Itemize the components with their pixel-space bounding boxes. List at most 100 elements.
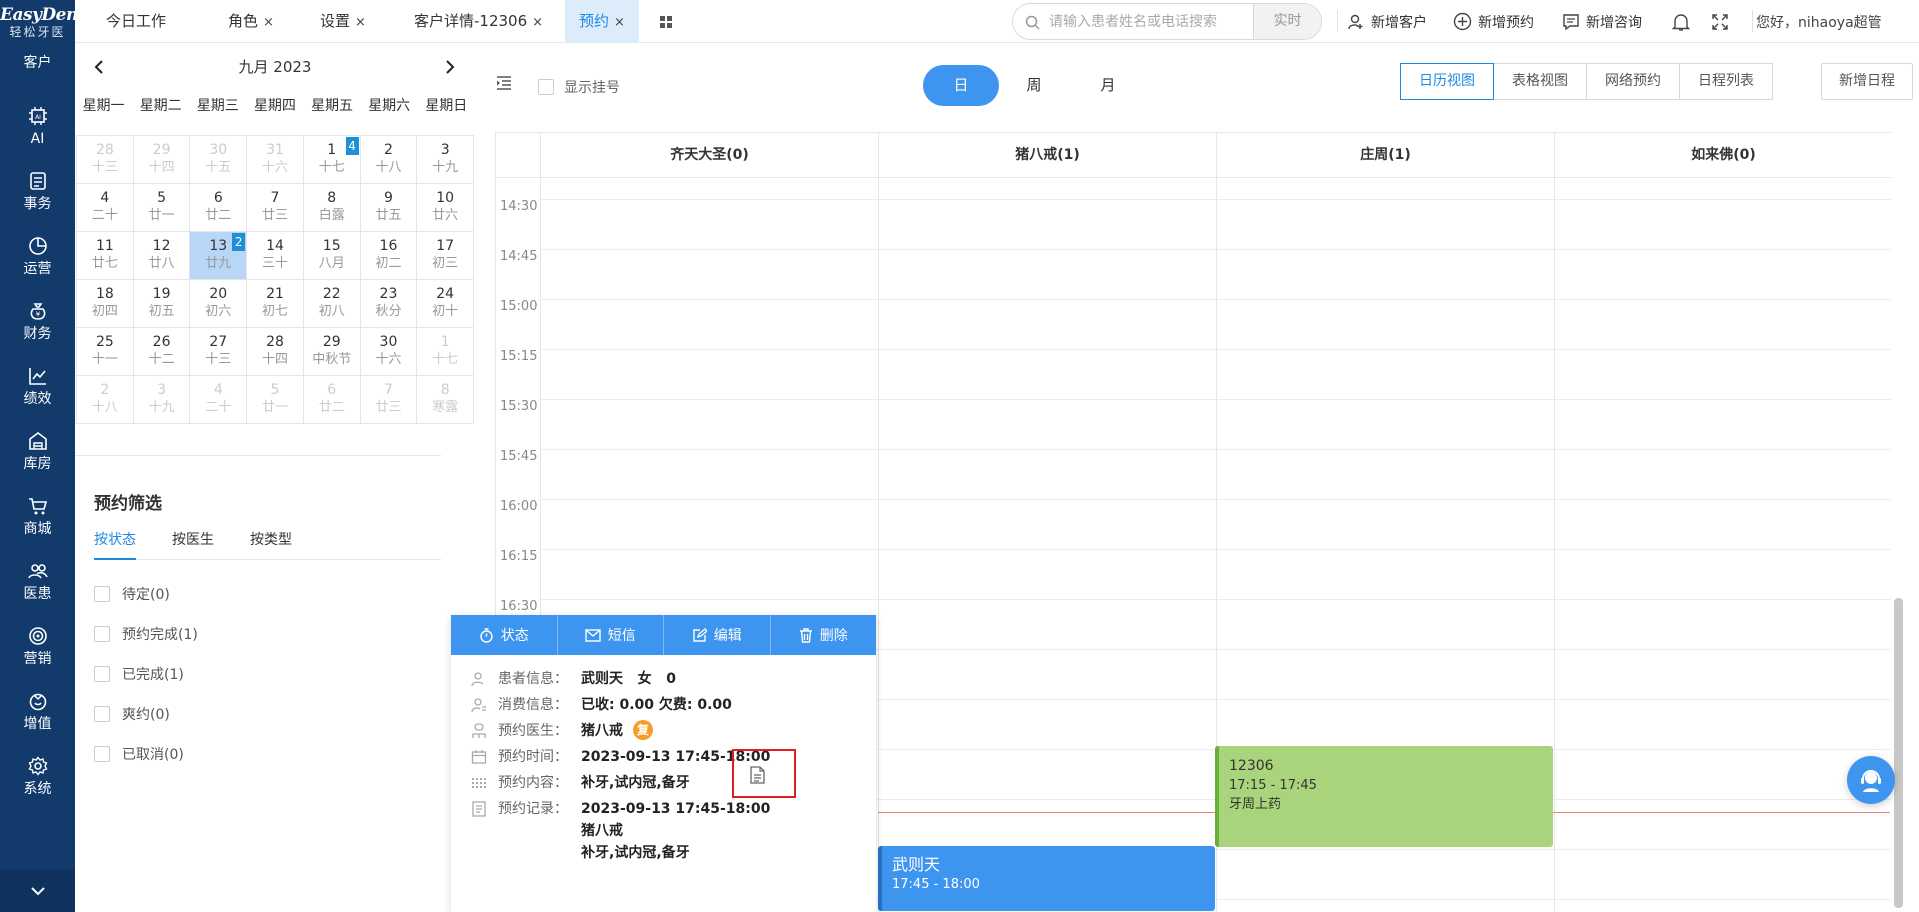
close-icon[interactable]: × bbox=[263, 15, 274, 30]
search-mode-button[interactable]: 实时 bbox=[1253, 4, 1321, 39]
doctor-column-header[interactable]: 齐天大圣(0) bbox=[540, 133, 878, 178]
segment-day[interactable]: 日 bbox=[923, 65, 999, 106]
appointment-block[interactable]: 12306 17:15 - 17:45 牙周上药 bbox=[1215, 746, 1553, 847]
checkbox[interactable] bbox=[94, 746, 110, 762]
tab-roles[interactable]: 角色 × bbox=[228, 0, 274, 43]
notifications-button[interactable] bbox=[1672, 0, 1696, 43]
calendar-day[interactable]: 4 二十 bbox=[77, 184, 134, 232]
nav-item-warehouse[interactable]: 库房 bbox=[0, 419, 75, 483]
close-icon[interactable]: × bbox=[355, 15, 366, 30]
calendar-day[interactable]: 28 十四 bbox=[247, 328, 304, 376]
status-button[interactable]: 状态 bbox=[451, 615, 558, 655]
fullscreen-button[interactable] bbox=[1711, 0, 1735, 43]
nav-item-operations[interactable]: 运营 bbox=[0, 224, 75, 288]
calendar-day[interactable]: 4 二十 bbox=[190, 376, 248, 424]
doctor-column-header[interactable]: 猪八戒(1) bbox=[878, 133, 1216, 178]
tab-settings[interactable]: 设置 × bbox=[320, 0, 366, 43]
delete-button[interactable]: 删除 bbox=[771, 615, 877, 655]
calendar-day[interactable]: 8 寒露 bbox=[417, 376, 475, 424]
calendar-day[interactable]: 17 初三 bbox=[417, 232, 475, 280]
document-copy-button[interactable] bbox=[750, 766, 765, 784]
calendar-day[interactable]: 2 十八 bbox=[360, 136, 418, 184]
customer-support-button[interactable] bbox=[1847, 756, 1895, 804]
nav-item-marketing[interactable]: 营销 bbox=[0, 614, 75, 678]
calendar-day[interactable]: 7 廿三 bbox=[247, 184, 304, 232]
calendar-day[interactable]: 2 十八 bbox=[77, 376, 134, 424]
calendar-day[interactable]: 8 白露 bbox=[303, 184, 361, 232]
add-customer-button[interactable]: 新增客户 bbox=[1347, 0, 1427, 43]
doctor-column-header[interactable]: 庄周(1) bbox=[1216, 133, 1554, 178]
calendar-day[interactable]: 22 初八 bbox=[303, 280, 361, 328]
tab-grid-menu-button[interactable] bbox=[659, 0, 679, 43]
filter-tab-by-type[interactable]: 按类型 bbox=[250, 528, 292, 552]
online-booking-button[interactable]: 网络预约 bbox=[1586, 63, 1680, 100]
calendar-day[interactable]: 20 初六 bbox=[190, 280, 248, 328]
segment-month[interactable]: 月 bbox=[1070, 65, 1146, 106]
calendar-day[interactable]: 24 初十 bbox=[417, 280, 475, 328]
sidebar-collapse-button[interactable] bbox=[0, 870, 75, 912]
calendar-day[interactable]: 26 十二 bbox=[133, 328, 191, 376]
nav-item-ai[interactable]: AI AI bbox=[0, 94, 75, 158]
calendar-day[interactable]: 7 廿三 bbox=[360, 376, 418, 424]
status-filter-booked[interactable]: 预约完成(1) bbox=[94, 624, 198, 644]
checkbox[interactable] bbox=[94, 666, 110, 682]
checkbox[interactable] bbox=[94, 706, 110, 722]
filter-tab-by-status[interactable]: 按状态 bbox=[94, 528, 136, 560]
calendar-day[interactable]: 5 廿一 bbox=[133, 184, 191, 232]
calendar-day[interactable]: 21 初七 bbox=[247, 280, 304, 328]
calendar-day[interactable]: 9 廿五 bbox=[360, 184, 418, 232]
scrollbar[interactable] bbox=[1894, 598, 1903, 908]
table-view-button[interactable]: 表格视图 bbox=[1493, 63, 1587, 100]
calendar-day[interactable]: 29 中秋节 bbox=[303, 328, 361, 376]
calendar-day[interactable]: 16 初二 bbox=[360, 232, 418, 280]
new-schedule-button[interactable]: 新增日程 bbox=[1821, 63, 1913, 100]
calendar-day[interactable]: 6 廿二 bbox=[303, 376, 361, 424]
nav-item-value-added[interactable]: 增值 bbox=[0, 679, 75, 743]
calendar-day[interactable]: 31 十六 bbox=[247, 136, 304, 184]
prev-month-button[interactable] bbox=[87, 55, 111, 79]
calendar-day[interactable]: 23 秋分 bbox=[360, 280, 418, 328]
add-consultation-button[interactable]: 新增咨询 bbox=[1562, 0, 1642, 43]
calendar-day[interactable]: 6 廿二 bbox=[190, 184, 248, 232]
filter-tab-by-doctor[interactable]: 按医生 bbox=[172, 528, 214, 552]
calendar-day[interactable]: 5 廿一 bbox=[247, 376, 304, 424]
status-filter-completed[interactable]: 已完成(1) bbox=[94, 664, 184, 684]
tab-appointments[interactable]: 预约 × bbox=[565, 0, 639, 43]
checkbox[interactable] bbox=[94, 586, 110, 602]
calendar-day[interactable]: 14 三十 bbox=[247, 232, 304, 280]
checkbox[interactable] bbox=[538, 79, 554, 95]
calendar-day[interactable]: 13 廿九 2 bbox=[190, 232, 248, 280]
close-icon[interactable]: × bbox=[532, 15, 543, 30]
calendar-day[interactable]: 30 十五 bbox=[190, 136, 248, 184]
calendar-day[interactable]: 29 十四 bbox=[133, 136, 191, 184]
calendar-day[interactable]: 19 初五 bbox=[133, 280, 191, 328]
show-registration-toggle[interactable]: 显示挂号 bbox=[538, 77, 620, 97]
calendar-day[interactable]: 27 十三 bbox=[190, 328, 248, 376]
close-icon[interactable]: × bbox=[614, 15, 625, 30]
calendar-view-button[interactable]: 日历视图 bbox=[1400, 63, 1494, 100]
tab-today-work[interactable]: 今日工作 bbox=[106, 0, 166, 43]
user-greeting[interactable]: 您好，nihaoya超管 bbox=[1756, 0, 1882, 43]
calendar-day[interactable]: 3 十九 bbox=[133, 376, 191, 424]
tab-customer-detail[interactable]: 客户详情-12306 × bbox=[414, 0, 543, 43]
calendar-day[interactable]: 12 廿八 bbox=[133, 232, 191, 280]
calendar-day[interactable]: 18 初四 bbox=[77, 280, 134, 328]
segment-week[interactable]: 周 bbox=[996, 65, 1072, 106]
add-appointment-button[interactable]: 新增预约 bbox=[1453, 0, 1534, 43]
calendar-day[interactable]: 1 十七 4 bbox=[303, 136, 361, 184]
calendar-day[interactable]: 25 十一 bbox=[77, 328, 134, 376]
nav-item-system[interactable]: 系统 bbox=[0, 744, 75, 808]
calendar-day[interactable]: 3 十九 bbox=[417, 136, 475, 184]
checkbox[interactable] bbox=[94, 626, 110, 642]
status-filter-cancelled[interactable]: 已取消(0) bbox=[94, 744, 184, 764]
calendar-day[interactable]: 11 廿七 bbox=[77, 232, 134, 280]
doctor-column-header[interactable]: 如来佛(0) bbox=[1554, 133, 1891, 178]
nav-item-finance[interactable]: ¥ 财务 bbox=[0, 289, 75, 353]
toggle-panel-button[interactable] bbox=[496, 76, 512, 90]
status-filter-no-show[interactable]: 爽约(0) bbox=[94, 704, 170, 724]
edit-button[interactable]: 编辑 bbox=[664, 615, 771, 655]
status-filter-pending[interactable]: 待定(0) bbox=[94, 584, 170, 604]
sms-button[interactable]: 短信 bbox=[558, 615, 664, 655]
schedule-list-button[interactable]: 日程列表 bbox=[1679, 63, 1773, 100]
calendar-day[interactable]: 1 十七 bbox=[417, 328, 475, 376]
